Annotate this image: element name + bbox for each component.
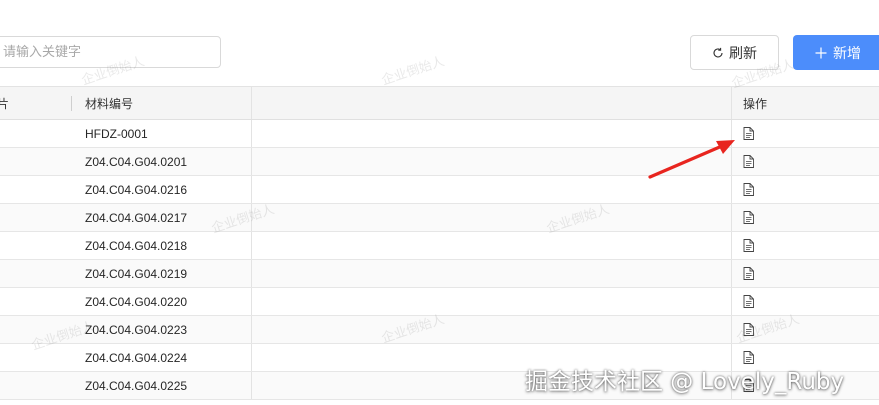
document-icon[interactable] bbox=[743, 351, 754, 364]
material-code-cell: Z04.C04.G04.0201 bbox=[85, 154, 188, 169]
watermark: 企业倒始人 bbox=[379, 54, 447, 89]
column-divider bbox=[731, 204, 732, 231]
document-icon[interactable] bbox=[743, 295, 754, 308]
column-divider bbox=[251, 176, 252, 203]
table-row: HFDZ-0001 bbox=[0, 120, 879, 148]
material-code-cell: Z04.C04.G04.0223 bbox=[85, 322, 188, 337]
column-header-actions: 操作 bbox=[743, 96, 768, 111]
table-header: 片 材料编号 操作 bbox=[0, 87, 879, 120]
document-icon[interactable] bbox=[743, 211, 754, 224]
detail-action[interactable] bbox=[743, 344, 754, 371]
detail-action[interactable] bbox=[743, 120, 754, 147]
column-divider bbox=[251, 120, 252, 147]
detail-action[interactable] bbox=[743, 232, 754, 259]
table-row: Z04.C04.G04.0217 bbox=[0, 204, 879, 232]
detail-action[interactable] bbox=[743, 288, 754, 315]
detail-action[interactable] bbox=[743, 176, 754, 203]
column-divider bbox=[251, 232, 252, 259]
document-icon[interactable] bbox=[743, 379, 754, 392]
add-button[interactable]: 新增 bbox=[793, 35, 879, 70]
column-divider bbox=[731, 120, 732, 147]
document-icon[interactable] bbox=[743, 155, 754, 168]
detail-action[interactable] bbox=[743, 260, 754, 287]
detail-action[interactable] bbox=[743, 148, 754, 175]
column-divider bbox=[251, 288, 252, 315]
table-row: Z04.C04.G04.0223 bbox=[0, 316, 879, 344]
column-divider bbox=[731, 260, 732, 287]
detail-action[interactable] bbox=[743, 316, 754, 343]
material-code-cell: HFDZ-0001 bbox=[85, 126, 148, 141]
table-row: Z04.C04.G04.0218 bbox=[0, 232, 879, 260]
table-row: Z04.C04.G04.0216 bbox=[0, 176, 879, 204]
search-input[interactable] bbox=[0, 37, 220, 67]
refresh-icon bbox=[713, 47, 723, 58]
table-row: Z04.C04.G04.0224 bbox=[0, 344, 879, 372]
column-divider bbox=[731, 176, 732, 203]
refresh-button[interactable]: 刷新 bbox=[690, 35, 779, 70]
material-code-cell: Z04.C04.G04.0217 bbox=[85, 210, 188, 225]
column-divider bbox=[731, 344, 732, 371]
table-row: Z04.C04.G04.0201 bbox=[0, 148, 879, 176]
column-divider bbox=[731, 148, 732, 175]
materials-table: 片 材料编号 操作 HFDZ-0001 Z04.C04.G04.0201 Z04.C… bbox=[0, 86, 879, 405]
document-icon[interactable] bbox=[743, 239, 754, 252]
table-row: Z04.C04.G04.0220 bbox=[0, 288, 879, 316]
material-code-cell: Z04.C04.G04.0220 bbox=[85, 294, 188, 309]
column-divider bbox=[251, 344, 252, 371]
material-code-cell: Z04.C04.G04.0216 bbox=[85, 182, 188, 197]
column-divider bbox=[731, 372, 732, 399]
column-divider bbox=[251, 372, 252, 399]
column-divider bbox=[251, 316, 252, 343]
detail-action[interactable] bbox=[743, 372, 754, 399]
material-code-cell: Z04.C04.G04.0225 bbox=[85, 378, 188, 393]
column-separator[interactable] bbox=[71, 96, 72, 111]
column-divider bbox=[251, 204, 252, 231]
document-icon[interactable] bbox=[743, 127, 754, 140]
material-code-cell: Z04.C04.G04.0219 bbox=[85, 266, 188, 281]
column-divider bbox=[731, 316, 732, 343]
material-code-cell: Z04.C04.G04.0224 bbox=[85, 350, 188, 365]
add-button-label: 新增 bbox=[833, 45, 861, 62]
column-divider bbox=[731, 232, 732, 259]
table-row: Z04.C04.G04.0225 bbox=[0, 372, 879, 400]
material-code-cell: Z04.C04.G04.0218 bbox=[85, 238, 188, 253]
column-divider bbox=[731, 288, 732, 315]
search-box[interactable] bbox=[0, 36, 221, 68]
column-header-material-code: 材料编号 bbox=[85, 96, 134, 111]
column-divider bbox=[251, 148, 252, 175]
table-body: HFDZ-0001 Z04.C04.G04.0201 Z04.C04.G04.021… bbox=[0, 120, 879, 400]
column-header-image: 片 bbox=[0, 87, 9, 119]
plus-icon bbox=[815, 47, 827, 58]
column-divider bbox=[731, 87, 732, 119]
column-divider bbox=[251, 87, 252, 119]
refresh-button-label: 刷新 bbox=[729, 45, 757, 62]
document-icon[interactable] bbox=[743, 267, 754, 280]
document-icon[interactable] bbox=[743, 183, 754, 196]
table-row: Z04.C04.G04.0219 bbox=[0, 260, 879, 288]
detail-action[interactable] bbox=[743, 204, 754, 231]
column-divider bbox=[251, 260, 252, 287]
document-icon[interactable] bbox=[743, 323, 754, 336]
